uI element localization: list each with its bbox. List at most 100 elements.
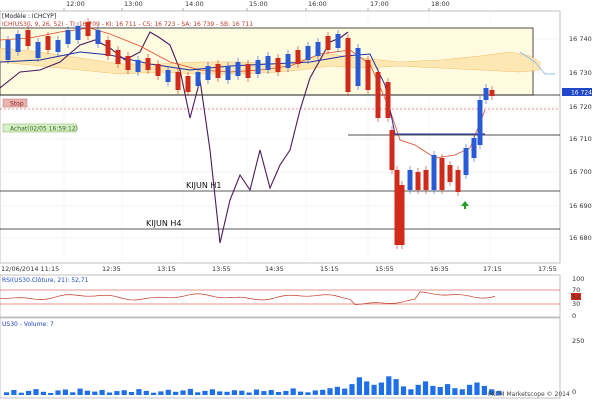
bottom-axis-label: 12/06/2014 11:15 (1, 265, 59, 273)
top-axis-label: 17:00 (370, 0, 389, 8)
candle-body (75, 26, 81, 40)
volume-bar (474, 382, 480, 395)
price-axis-label: 16 680 (569, 234, 592, 242)
volume-bar (342, 388, 348, 395)
volume-bar (195, 392, 201, 395)
candle-body (65, 30, 71, 44)
bottom-axis-label: 15:55 (375, 265, 394, 273)
volume-bar (128, 392, 135, 395)
volume-bar (48, 393, 54, 395)
candle-body (175, 72, 181, 90)
candle-body (155, 64, 161, 76)
candle-body (335, 34, 341, 48)
footer-copyright: PKCM Marketscope © 2014 (488, 391, 570, 398)
kijun-h1-label: KIJUN H1 (186, 181, 221, 190)
top-axis-label: 12:00 (66, 0, 85, 8)
bottom-time-axis: 12/06/2014 11:15 12:35 13:15 13:55 14:35 15:1… (1, 265, 557, 273)
candle-body (463, 148, 469, 175)
volume-bar (84, 390, 90, 395)
volume-bar (275, 392, 282, 395)
candle-body (5, 40, 11, 60)
volume-bar (224, 391, 230, 395)
volume-bar (422, 381, 429, 396)
buy-tag-label: Achat(02/05 16:59:12) (10, 126, 78, 133)
volume-bar (283, 390, 289, 395)
candle-body (125, 56, 131, 70)
candle-body (385, 82, 391, 118)
rsi-axis-label: 30 (572, 300, 580, 308)
candle-body (35, 42, 41, 58)
volume-bar (231, 390, 237, 395)
candle-body (295, 50, 301, 64)
rsi-axis: 1007052300 (571, 275, 584, 320)
price-axis-label: 16 730 (569, 69, 592, 77)
volume-bar (77, 388, 83, 395)
volume-bar (62, 389, 68, 395)
price-axis-label: 16 740 (569, 35, 592, 43)
top-axis-label: 13:00 (124, 0, 143, 8)
volume-bar (70, 392, 76, 395)
bottom-axis-label: 15:15 (320, 265, 339, 273)
bottom-axis-label: 12:35 (102, 265, 121, 273)
candle-body (447, 165, 453, 182)
volume-bar (26, 390, 32, 395)
volume-bar (121, 390, 127, 395)
volume-bar (364, 381, 370, 396)
candle-body (135, 60, 141, 72)
top-axis-label: 18:00 (431, 0, 450, 8)
volume-bar (437, 387, 443, 395)
volume-bar (180, 390, 186, 395)
price-axis-label: 16 690 (569, 202, 592, 210)
candle-body (431, 155, 437, 190)
volume-bar (349, 384, 355, 395)
rsi-axis-label: 0 (572, 312, 576, 320)
volume-bar (268, 390, 274, 395)
candle-body (255, 60, 261, 74)
candle-body (265, 56, 271, 70)
candle-body (423, 170, 429, 190)
volume-bar (386, 376, 392, 395)
candle-body (245, 64, 251, 78)
candle-body (399, 185, 405, 245)
volume-bar (173, 391, 179, 395)
candle-body (225, 66, 231, 80)
volume-bar (298, 391, 304, 395)
candle-body (375, 72, 381, 118)
candle-body (471, 138, 477, 158)
volume-bar (40, 391, 46, 395)
candle-body (365, 60, 371, 90)
stop-tag-label: Stop (10, 101, 24, 108)
volume-bar (378, 382, 384, 395)
candle-body (394, 170, 400, 245)
volume-bar (371, 384, 377, 395)
candle-body (45, 36, 51, 50)
candle-body (415, 172, 421, 190)
top-axis-label: 15:00 (249, 0, 268, 8)
candle-body (55, 40, 61, 52)
bottom-axis-label: 17:55 (538, 265, 557, 273)
volume-label: US30 - Volume: 7 (2, 321, 54, 328)
bottom-axis-label: 13:55 (212, 265, 231, 273)
candle-body (285, 54, 291, 68)
candle-body (477, 100, 483, 145)
candle-body (345, 38, 351, 92)
volume-bar (165, 389, 171, 395)
volume-bar (209, 389, 215, 395)
candle-body (355, 48, 361, 86)
candle-body (483, 88, 489, 100)
volume-bar (327, 388, 333, 395)
volume-bar (99, 390, 105, 395)
candle-body (25, 30, 31, 46)
candle-body (145, 58, 151, 70)
volume-bar (18, 392, 24, 395)
volume-axis-label: 0 (572, 388, 576, 396)
price-axis-label: 16 710 (569, 135, 592, 143)
current-price-label: 16 724 (571, 90, 592, 97)
trading-chart[interactable]: 12:00 13:00 14:00 15:00 16:00 17:00 18:00 [Mod… (0, 0, 598, 400)
volume-bar (356, 377, 362, 395)
indicator-line: ICH(US30, 9, 26, 52) - TI: 16 709 - KI: … (2, 21, 253, 28)
candle-body (235, 62, 241, 76)
volume-bar (136, 389, 142, 395)
volume-bar (312, 390, 318, 395)
candle-body (315, 42, 321, 56)
